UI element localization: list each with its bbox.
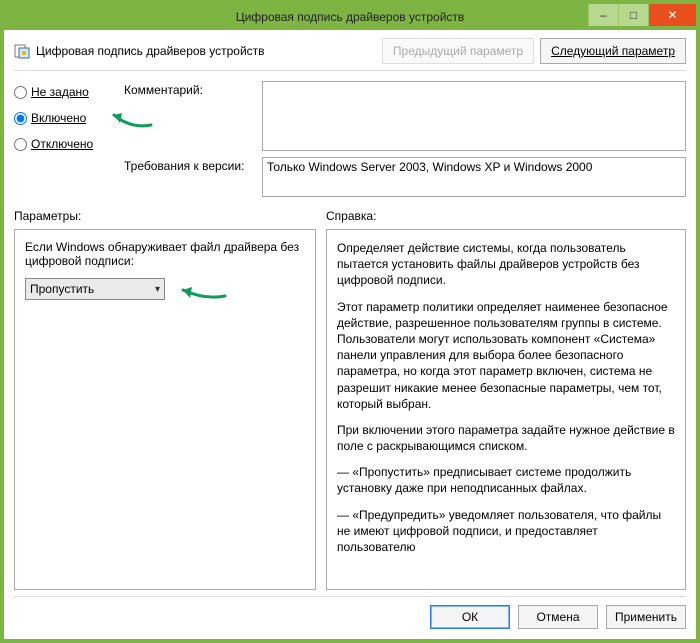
state-radio-group: Не задано Включено Отключено: [14, 81, 114, 197]
help-paragraph: — «Пропустить» предписывает системе прод…: [337, 464, 675, 496]
titlebar[interactable]: Цифровая подпись драйверов устройств – □…: [4, 4, 696, 30]
action-dropdown-value: Пропустить: [30, 282, 94, 296]
options-prompt: Если Windows обнаруживает файл драйвера …: [25, 240, 305, 268]
minimize-button[interactable]: –: [588, 4, 618, 26]
close-button[interactable]: ✕: [648, 4, 696, 26]
options-label: Параметры:: [14, 209, 316, 223]
radio-not-configured-label[interactable]: Не задано: [31, 85, 89, 99]
help-paragraph: При включении этого параметра задайте ну…: [337, 422, 675, 454]
radio-disabled[interactable]: Отключено: [14, 137, 114, 151]
radio-enabled-input[interactable]: [14, 112, 27, 125]
policy-icon: [14, 43, 30, 59]
content-area: Цифровая подпись драйверов устройств Пре…: [4, 30, 696, 639]
options-panel: Если Windows обнаруживает файл драйвера …: [14, 229, 316, 590]
next-setting-button[interactable]: Следующий параметр: [540, 38, 686, 64]
version-label: Требования к версии:: [124, 157, 254, 197]
fields-column: Комментарий: Требования к версии: Только…: [124, 81, 686, 197]
ok-button[interactable]: ОК: [430, 605, 510, 629]
version-textbox[interactable]: Только Windows Server 2003, Windows XP и…: [262, 157, 686, 197]
help-paragraph: Этот параметр политики определяет наимен…: [337, 299, 675, 412]
radio-disabled-input[interactable]: [14, 138, 27, 151]
apply-button[interactable]: Применить: [606, 605, 686, 629]
previous-setting-button: Предыдущий параметр: [382, 38, 534, 64]
radio-not-configured-input[interactable]: [14, 86, 27, 99]
radio-not-configured[interactable]: Не задано: [14, 85, 114, 99]
comment-label: Комментарий:: [124, 81, 254, 151]
version-row: Требования к версии: Только Windows Serv…: [124, 157, 686, 197]
action-dropdown[interactable]: Пропустить ▾: [25, 278, 165, 300]
annotation-arrow-dropdown: [175, 280, 231, 307]
chevron-down-icon: ▾: [155, 284, 160, 295]
policy-title: Цифровая подпись драйверов устройств: [36, 44, 376, 58]
header-row: Цифровая подпись драйверов устройств Пре…: [14, 38, 686, 71]
radio-disabled-label[interactable]: Отключено: [31, 137, 93, 151]
radio-enabled-label[interactable]: Включено: [31, 111, 86, 125]
comment-row: Комментарий:: [124, 81, 686, 151]
footer-buttons: ОК Отмена Применить: [14, 596, 686, 629]
help-label: Справка:: [326, 209, 686, 223]
policy-editor-window: Цифровая подпись драйверов устройств – □…: [0, 0, 700, 643]
cancel-button[interactable]: Отмена: [518, 605, 598, 629]
help-panel[interactable]: Определяет действие системы, когда польз…: [326, 229, 686, 590]
panels: Если Windows обнаруживает файл драйвера …: [14, 229, 686, 590]
window-controls: – □ ✕: [588, 4, 696, 26]
help-paragraph: Определяет действие системы, когда польз…: [337, 240, 675, 289]
maximize-button[interactable]: □: [618, 4, 648, 26]
comment-textarea[interactable]: [262, 81, 686, 151]
radio-enabled[interactable]: Включено: [14, 111, 114, 125]
section-labels: Параметры: Справка:: [14, 209, 686, 223]
help-paragraph: — «Предупредить» уведомляет пользователя…: [337, 507, 675, 556]
top-grid: Не задано Включено Отключено: [14, 81, 686, 197]
